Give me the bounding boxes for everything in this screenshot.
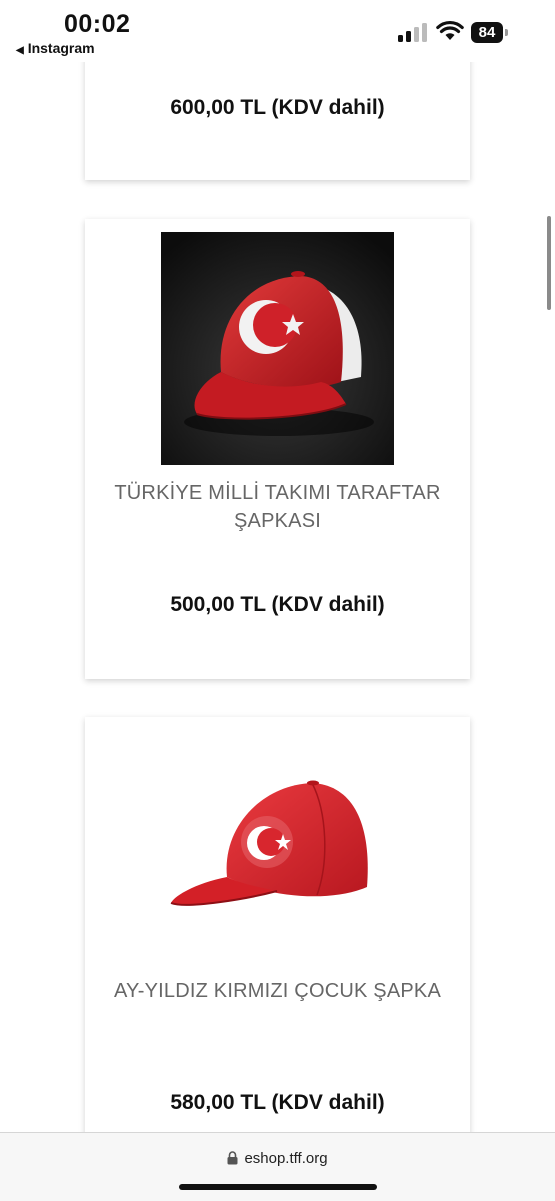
cap-icon[interactable] xyxy=(167,767,387,937)
back-triangle-icon: ◀ xyxy=(16,45,24,56)
scroll-indicator[interactable] xyxy=(547,216,551,310)
back-app-label: Instagram xyxy=(27,40,95,56)
browser-bottom-bar: eshop.tff.org xyxy=(0,1132,555,1201)
clock-time: 00:02 xyxy=(64,10,131,38)
home-indicator[interactable] xyxy=(179,1184,377,1190)
product-price: 500,00 TL (KDV dahil) xyxy=(170,593,385,616)
status-bar: 00:02 ◀ Instagram 84 xyxy=(0,0,555,62)
product-name[interactable]: AY-YILDIZ KIRMIZI ÇOCUK ŞAPKA xyxy=(95,977,460,1005)
cap-icon[interactable] xyxy=(161,232,394,465)
back-to-app-link[interactable]: ◀ Instagram xyxy=(16,40,95,56)
product-price: 600,00 TL (KDV dahil) xyxy=(170,96,385,119)
url-text: eshop.tff.org xyxy=(244,1150,328,1167)
product-price: 580,00 TL (KDV dahil) xyxy=(170,1091,385,1114)
battery-icon: 84 xyxy=(471,22,509,43)
product-name-line1: TÜRKİYE MİLLİ TAKIMI TARAFTAR xyxy=(114,482,441,504)
product-card[interactable]: TÜRKİYE MİLLİ TAKIMI TARAFTAR ŞAPKASI 50… xyxy=(85,219,470,679)
product-name[interactable]: TÜRKİYE MİLLİ TAKIMI TARAFTAR ŞAPKASI xyxy=(95,479,460,535)
battery-level: 84 xyxy=(471,22,503,43)
cellular-signal-icon xyxy=(398,22,428,42)
product-name-line1: AY-YILDIZ KIRMIZI ÇOCUK ŞAPKA xyxy=(114,980,441,1002)
product-card[interactable]: AY-YILDIZ KIRMIZI ÇOCUK ŞAPKA 580,00 TL … xyxy=(85,717,470,1157)
wifi-icon xyxy=(436,20,464,40)
address-bar[interactable]: eshop.tff.org xyxy=(0,1150,555,1167)
lock-icon xyxy=(227,1151,238,1165)
product-name-line2: ŞAPKASI xyxy=(234,510,321,532)
